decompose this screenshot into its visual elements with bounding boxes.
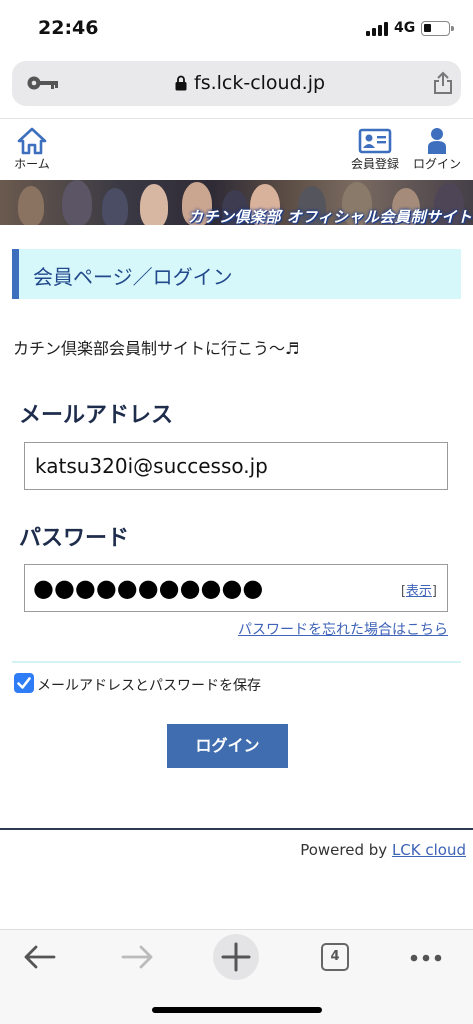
powered-prefix: Powered by: [300, 841, 392, 859]
show-password-toggle[interactable]: [表示]: [401, 580, 437, 599]
new-tab-button[interactable]: [213, 934, 259, 980]
email-field[interactable]: [24, 442, 448, 490]
divider: [12, 661, 461, 663]
battery-icon: [421, 21, 454, 36]
url-bar[interactable]: fs.lck-cloud.jp: [12, 61, 461, 106]
login-button[interactable]: ログイン: [167, 724, 288, 768]
banner-image[interactable]: カチン倶楽部 オフィシャル会員制サイト: [0, 180, 473, 225]
remember-label[interactable]: メールアドレスとパスワードを保存: [37, 675, 261, 695]
show-password-link[interactable]: 表示: [406, 584, 432, 599]
forgot-password-link[interactable]: パスワードを忘れた場合はこちら: [238, 619, 448, 639]
home-icon: [17, 127, 47, 155]
site-header: ホーム 会員登録 ログイン: [0, 118, 473, 180]
password-label: パスワード: [19, 526, 130, 551]
url-text[interactable]: fs.lck-cloud.jp: [194, 72, 325, 94]
more-dots-icon[interactable]: [410, 954, 442, 962]
status-bar: 22:46 4G: [0, 0, 473, 58]
banner-text: カチン倶楽部 オフィシャル会員制サイト: [188, 208, 473, 225]
remember-checkbox[interactable]: [14, 673, 34, 693]
lock-icon: [175, 75, 187, 91]
back-arrow-icon[interactable]: [22, 944, 56, 970]
nav-home[interactable]: ホーム: [10, 127, 54, 177]
member-card-icon: [358, 128, 392, 154]
password-field[interactable]: ●●●●●●●●●●● [表示]: [24, 564, 448, 612]
nav-login[interactable]: ログイン: [407, 127, 467, 177]
tab-count-button[interactable]: 4: [321, 943, 349, 971]
footer-divider: [0, 828, 473, 830]
share-icon[interactable]: [432, 71, 454, 95]
user-icon: [428, 128, 446, 154]
plus-icon: [221, 942, 251, 972]
bracket-close: ]: [431, 584, 437, 599]
email-label: メールアドレス: [19, 403, 174, 428]
powered-by: Powered by LCK cloud: [300, 841, 466, 859]
page-title: 会員ページ／ログイン: [33, 265, 233, 289]
nav-login-label: ログイン: [412, 157, 461, 171]
checkmark-icon: [17, 677, 31, 689]
intro-text: カチン倶楽部会員制サイトに行こう〜♬: [13, 339, 300, 358]
signal-strength-icon: [366, 22, 388, 36]
page-heading: 会員ページ／ログイン: [12, 249, 461, 299]
status-time: 22:46: [38, 17, 99, 39]
network-type: 4G: [394, 20, 416, 36]
password-masked-value: ●●●●●●●●●●●: [33, 574, 264, 602]
lck-cloud-link[interactable]: LCK cloud: [392, 841, 466, 859]
forward-arrow-icon[interactable]: [121, 944, 155, 970]
nav-register-label: 会員登録: [350, 157, 399, 171]
nav-home-label: ホーム: [14, 157, 50, 171]
nav-register[interactable]: 会員登録: [345, 127, 405, 177]
page: 22:46 4G fs.lck-cloud.jp ホーム 会員登録 ログイン カ…: [0, 0, 473, 1024]
home-indicator: [152, 1007, 322, 1013]
key-icon[interactable]: [26, 74, 60, 92]
